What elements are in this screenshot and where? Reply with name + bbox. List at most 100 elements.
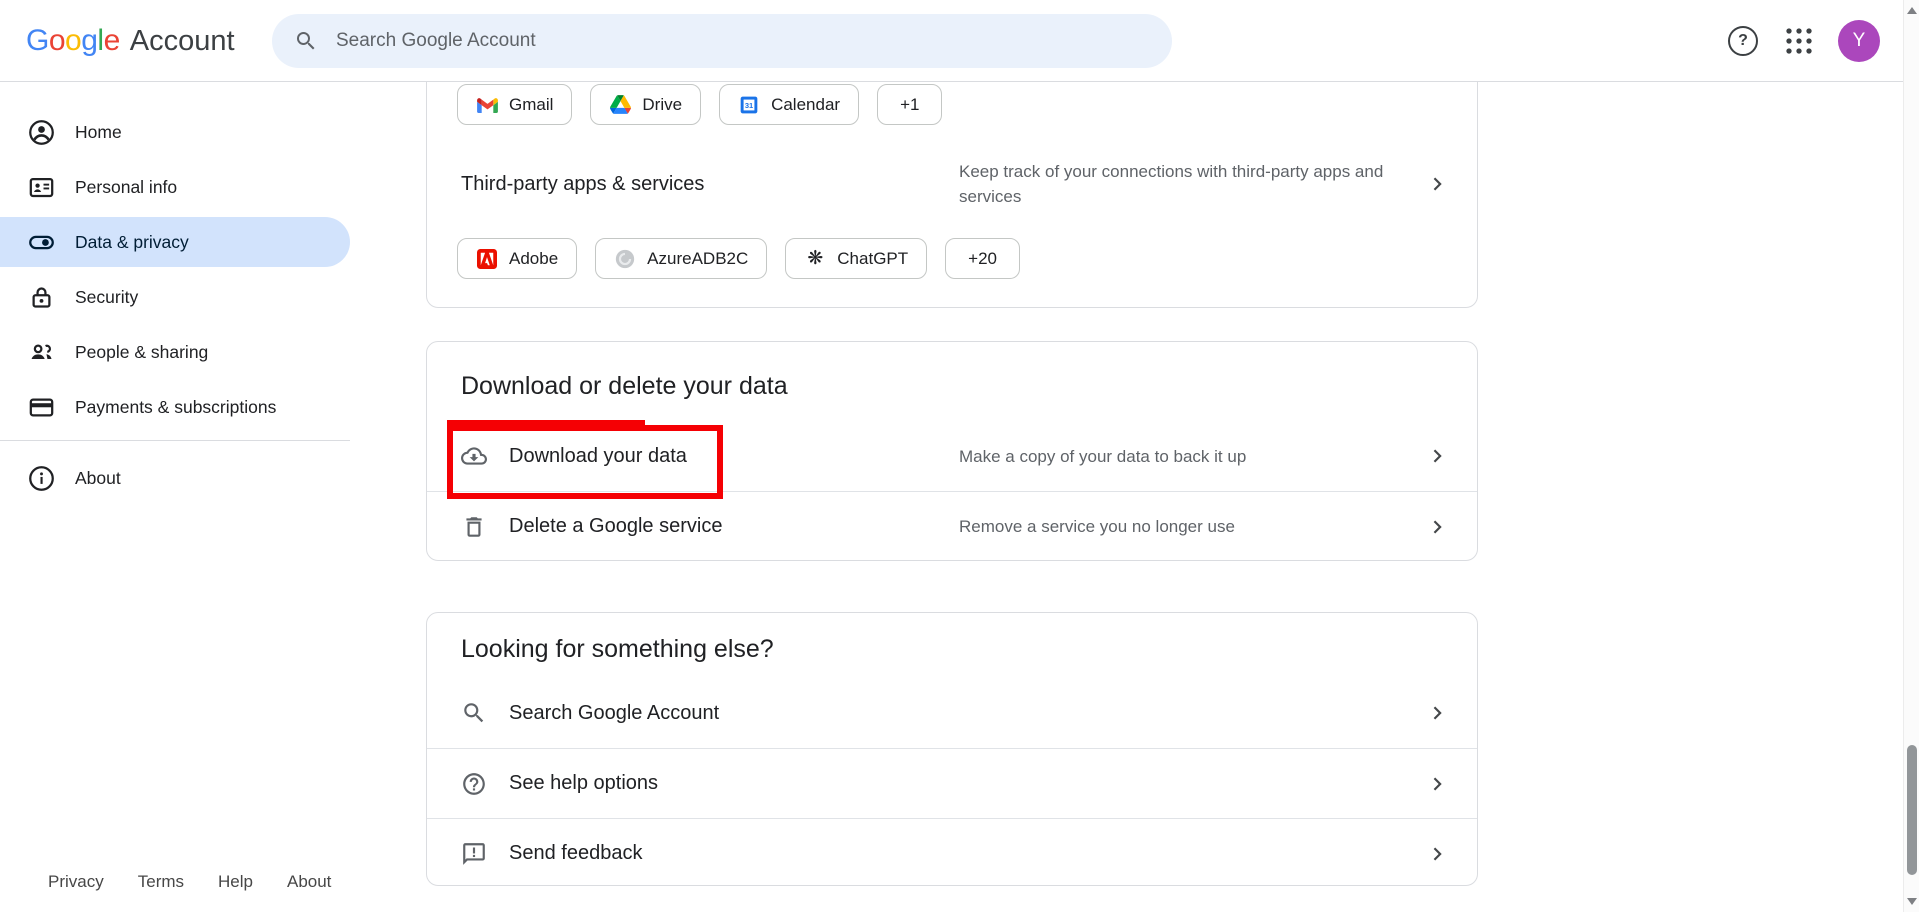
chip-gmail[interactable]: Gmail <box>457 84 572 125</box>
row-label: Send feedback <box>509 842 1425 865</box>
google-account-page: G o o g l e Account ? Y Home <box>0 0 1919 912</box>
chip-calendar[interactable]: 31 Calendar <box>719 84 859 125</box>
account-avatar[interactable]: Y <box>1838 20 1880 62</box>
sidebar-item-label: Payments & subscriptions <box>75 397 276 418</box>
footer-link-terms[interactable]: Terms <box>138 872 184 892</box>
sidebar-item-label: Personal info <box>75 177 177 198</box>
logo-letter: o <box>65 24 81 58</box>
account-search-bar[interactable] <box>272 14 1172 68</box>
delete-google-service-row[interactable]: Delete a Google service Remove a service… <box>427 491 1477 561</box>
sidebar-item-people-sharing[interactable]: People & sharing <box>0 327 350 377</box>
scrollbar-thumb[interactable] <box>1907 745 1917 875</box>
download-your-data-row[interactable]: Download your data Make a copy of your d… <box>427 421 1477 491</box>
chip-label: Gmail <box>509 95 553 115</box>
app-chip-row: Adobe AzureADB2C ❋ ChatGPT +20 <box>457 238 1477 279</box>
row-label: Third-party apps & services <box>461 173 959 196</box>
row-label: Delete a Google service <box>509 515 959 538</box>
sidebar-item-label: Security <box>75 287 138 308</box>
logo-letter: g <box>81 24 97 58</box>
card-title: Looking for something else? <box>461 635 1443 664</box>
chip-label: AzureADB2C <box>647 249 748 269</box>
chip-label: Adobe <box>509 249 558 269</box>
chevron-right-icon <box>1425 700 1451 726</box>
chip-label: Calendar <box>771 95 840 115</box>
download-delete-card: Download or delete your data Download yo… <box>426 341 1478 561</box>
sidebar-item-security[interactable]: Security <box>0 272 350 322</box>
row-label: Download your data <box>509 445 959 468</box>
search-input[interactable] <box>336 30 1056 52</box>
footer-link-help[interactable]: Help <box>218 872 253 892</box>
credit-card-icon <box>28 394 55 421</box>
svg-text:31: 31 <box>745 101 753 110</box>
help-icon[interactable]: ? <box>1728 26 1758 56</box>
chevron-right-icon <box>1425 443 1451 469</box>
send-feedback-row[interactable]: Send feedback <box>427 818 1477 888</box>
chevron-right-icon <box>1425 841 1451 867</box>
adobe-icon <box>476 248 498 270</box>
search-icon <box>294 29 318 53</box>
row-label: See help options <box>509 772 1425 795</box>
google-account-logo[interactable]: G o o g l e Account <box>26 0 235 82</box>
trash-icon <box>461 514 487 540</box>
search-google-account-row[interactable]: Search Google Account <box>427 678 1477 748</box>
chevron-right-icon <box>1425 514 1451 540</box>
info-icon <box>28 465 55 492</box>
logo-product-name: Account <box>130 25 235 58</box>
sidebar-item-label: Data & privacy <box>75 232 189 253</box>
service-chip-row: Gmail Drive <box>457 84 1477 125</box>
google-apps-grid-icon[interactable] <box>1783 25 1815 57</box>
sidebar-item-payments[interactable]: Payments & subscriptions <box>0 382 350 432</box>
scroll-up-button[interactable] <box>1907 7 1917 14</box>
sidebar-item-label: People & sharing <box>75 342 208 363</box>
chip-adobe[interactable]: Adobe <box>457 238 577 279</box>
search-icon <box>461 700 487 726</box>
people-icon <box>28 339 55 366</box>
sidebar-item-data-privacy[interactable]: Data & privacy <box>0 217 350 267</box>
footer-links: Privacy Terms Help About <box>48 872 331 892</box>
see-help-options-row[interactable]: See help options <box>427 748 1477 818</box>
generic-app-icon <box>614 248 636 270</box>
chevron-right-icon <box>1425 171 1451 197</box>
chip-label: +1 <box>900 95 919 115</box>
chip-azureadb2c[interactable]: AzureADB2C <box>595 238 767 279</box>
logo-letter: o <box>49 24 65 58</box>
help-circle-icon <box>461 771 487 797</box>
sidebar-item-label: Home <box>75 122 122 143</box>
toggle-icon <box>28 229 55 256</box>
chip-more-apps[interactable]: +20 <box>945 238 1020 279</box>
sidebar-item-home[interactable]: Home <box>0 107 350 157</box>
top-app-bar: G o o g l e Account ? Y <box>0 0 1919 82</box>
chip-chatgpt[interactable]: ❋ ChatGPT <box>785 238 927 279</box>
calendar-icon: 31 <box>738 94 760 116</box>
chip-drive[interactable]: Drive <box>590 84 701 125</box>
row-label: Search Google Account <box>509 702 1425 725</box>
chip-label: ChatGPT <box>837 249 908 269</box>
drive-icon <box>609 94 631 116</box>
looking-for-card: Looking for something else? Search Googl… <box>426 612 1478 886</box>
chip-label: +20 <box>968 249 997 269</box>
row-description: Remove a service you no longer use <box>959 514 1409 539</box>
scrollbar-track[interactable] <box>1903 0 1919 912</box>
chip-more-services[interactable]: +1 <box>877 84 942 125</box>
lock-icon <box>28 284 55 311</box>
account-circle-icon <box>28 119 55 146</box>
contact-card-icon <box>28 174 55 201</box>
footer-link-privacy[interactable]: Privacy <box>48 872 104 892</box>
chevron-right-icon <box>1425 771 1451 797</box>
cloud-download-icon <box>461 443 487 469</box>
sidebar-item-label: About <box>75 468 121 489</box>
footer-link-about[interactable]: About <box>287 872 331 892</box>
sidebar-item-about[interactable]: About <box>0 453 350 503</box>
services-card: Gmail Drive <box>426 60 1478 308</box>
row-description: Make a copy of your data to back it up <box>959 444 1409 469</box>
logo-letter: G <box>26 24 49 58</box>
sidebar-item-personal-info[interactable]: Personal info <box>0 162 350 212</box>
scroll-down-button[interactable] <box>1907 898 1917 905</box>
gmail-icon <box>476 94 498 116</box>
row-description: Keep track of your connections with thir… <box>959 159 1409 209</box>
third-party-apps-row[interactable]: Third-party apps & services Keep track o… <box>427 143 1477 225</box>
card-title: Download or delete your data <box>461 372 1443 401</box>
feedback-bubble-icon <box>461 841 487 867</box>
chip-label: Drive <box>642 95 682 115</box>
sidebar-nav: Home Personal info Data & privacy <box>0 82 350 508</box>
